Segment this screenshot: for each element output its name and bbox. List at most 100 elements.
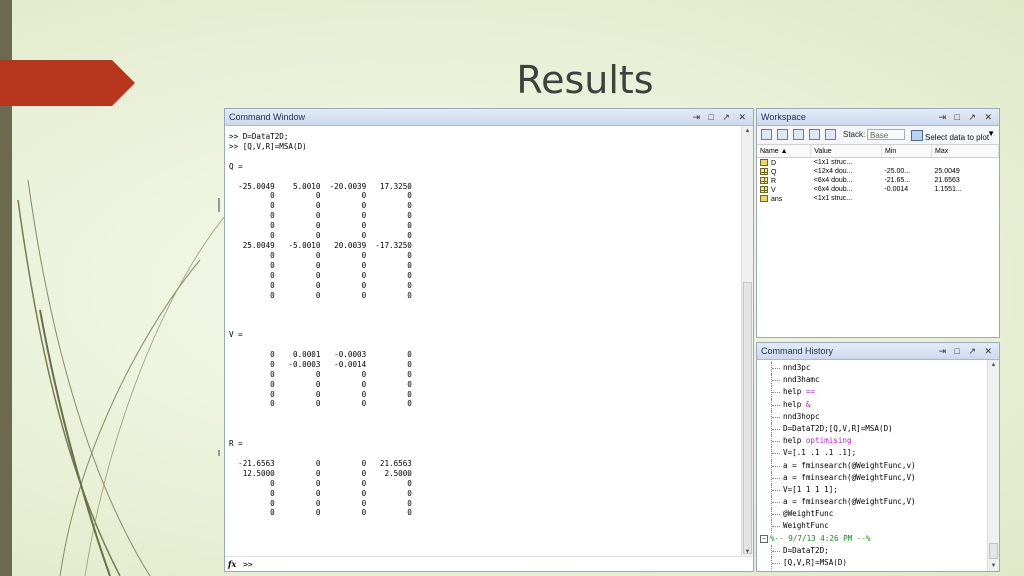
slide-title: Results bbox=[516, 58, 654, 102]
scroll-up-icon[interactable]: ▲ bbox=[988, 360, 999, 370]
stack-label: Stack: bbox=[843, 130, 866, 139]
history-item[interactable]: a = fminsearch(@WeightFunc,V) bbox=[757, 471, 987, 485]
var-min: -0.0014 bbox=[884, 186, 909, 193]
chevron-down-icon[interactable]: ▼ bbox=[987, 129, 995, 138]
var-value: <6x4 doub... bbox=[813, 186, 853, 193]
history-item[interactable]: WeightFunc bbox=[757, 520, 987, 533]
command-history-panel[interactable]: Command History ⇥ □ ↗ ✕ nnd3pc nnd3hamc he… bbox=[756, 342, 1000, 572]
var-name: V bbox=[771, 186, 776, 194]
command-prompt[interactable]: fx >> bbox=[225, 556, 753, 571]
history-titlebar: Command History ⇥ □ ↗ ✕ bbox=[757, 343, 999, 360]
history-item[interactable]: nnd3hopc bbox=[757, 410, 987, 424]
open-variable-icon[interactable] bbox=[777, 129, 788, 140]
table-row[interactable]: ans <1x1 struc... bbox=[757, 194, 999, 203]
new-variable-icon[interactable] bbox=[761, 129, 772, 140]
history-item[interactable]: [Q,V,R]=MSA(D) bbox=[757, 557, 987, 570]
import-data-icon[interactable] bbox=[793, 129, 804, 140]
var-value: <1x1 struc... bbox=[813, 159, 853, 166]
column-header-value[interactable]: Value bbox=[810, 145, 882, 158]
select-data-to-plot-button[interactable]: Select data to plot bbox=[911, 130, 989, 142]
history-item-keyword: & bbox=[805, 399, 811, 409]
history-item[interactable]: D=DataT2D; bbox=[757, 544, 987, 558]
workspace-toolbar: Stack: Base Select data to plot ▼ bbox=[757, 126, 999, 145]
var-min bbox=[881, 158, 931, 168]
var-max bbox=[932, 194, 999, 203]
history-item[interactable]: nnd3pc bbox=[757, 362, 987, 375]
decorative-swoosh bbox=[17, 179, 230, 576]
history-item-text: a = fminsearch(@WeightFunc,V) bbox=[783, 497, 916, 507]
matrix-icon bbox=[760, 176, 768, 184]
history-item[interactable]: a = fminsearch(@WeightFunc,v) bbox=[757, 459, 987, 472]
history-item-text: help bbox=[783, 436, 806, 446]
table-row[interactable]: R <6x4 doub... -21.65... 21.6563 bbox=[757, 176, 999, 185]
workspace-title: Workspace bbox=[761, 112, 806, 122]
history-item-text: nnd3pc bbox=[783, 363, 811, 372]
plot-icon bbox=[911, 130, 923, 141]
history-item-text: a = fminsearch(@WeightFunc,V) bbox=[783, 472, 916, 482]
history-scrollbar[interactable]: ▲ ▼ bbox=[987, 360, 999, 571]
history-session-header[interactable]: − %-- 9/7/13 4:26 PM --% bbox=[757, 533, 987, 545]
workspace-panel[interactable]: Workspace ⇥ □ ↗ ✕ Stack: Base Select dat… bbox=[756, 108, 1000, 338]
column-header-max[interactable]: Max bbox=[931, 145, 999, 158]
column-header-name[interactable]: Name ▲ bbox=[757, 145, 812, 158]
history-item[interactable]: V=[.1 .1 .1 .1]; bbox=[757, 447, 987, 460]
history-item[interactable]: D=DataT2D;[Q,V,R]=MSA(D) bbox=[757, 422, 987, 436]
scrollbar-thumb[interactable] bbox=[989, 543, 998, 559]
window-edge-marker bbox=[218, 450, 220, 456]
history-item[interactable]: help & bbox=[757, 398, 987, 411]
history-item-text: [Q,V,R]=MSA(D) bbox=[783, 558, 848, 567]
command-window-controls[interactable]: ⇥ □ ↗ ✕ bbox=[692, 109, 749, 125]
prompt-text: >> bbox=[243, 560, 253, 569]
history-item-keyword: optimising bbox=[805, 436, 852, 446]
workspace-titlebar: Workspace ⇥ □ ↗ ✕ bbox=[757, 109, 999, 126]
history-controls[interactable]: ⇥ □ ↗ ✕ bbox=[938, 343, 995, 359]
history-list: nnd3pc nnd3hamc help == help & nnd3hopc D=Dat… bbox=[757, 360, 987, 570]
history-item[interactable]: nnd3hamc bbox=[757, 374, 987, 387]
var-value: <12x4 dou... bbox=[813, 168, 853, 175]
table-row[interactable]: D <1x1 struc... bbox=[757, 158, 999, 168]
collapse-icon[interactable]: − bbox=[760, 534, 768, 543]
command-window-scrollbar[interactable]: ▲ ▼ bbox=[741, 126, 753, 557]
history-item-text: %-- 9/7/13 4:26 PM --% bbox=[770, 533, 871, 543]
var-max: 25.0049 bbox=[934, 168, 960, 175]
scrollbar-thumb[interactable] bbox=[743, 282, 752, 554]
fx-icon[interactable]: fx bbox=[228, 559, 236, 569]
var-max bbox=[932, 158, 999, 168]
var-name: R bbox=[771, 177, 777, 185]
history-item[interactable]: @WeightFunc bbox=[757, 508, 987, 521]
history-item-text: nnd3hamc bbox=[783, 375, 820, 385]
var-min bbox=[881, 194, 931, 203]
workspace-controls[interactable]: ⇥ □ ↗ ✕ bbox=[938, 109, 995, 125]
column-header-min[interactable]: Min bbox=[881, 145, 933, 158]
command-window[interactable]: Command Window ⇥ □ ↗ ✕ >> D=DataT2D; >> … bbox=[224, 108, 754, 572]
history-item[interactable]: a = fminsearch(@WeightFunc,V) bbox=[757, 496, 987, 509]
var-name: ans bbox=[771, 195, 783, 203]
scroll-down-icon[interactable]: ▼ bbox=[988, 561, 999, 571]
history-item-text: a = fminsearch(@WeightFunc,v) bbox=[783, 460, 916, 470]
history-item[interactable]: help optimising bbox=[757, 435, 987, 448]
workspace-table: Name ▲ Value Min Max D <1x1 struc... Q <… bbox=[757, 145, 999, 203]
save-workspace-icon[interactable] bbox=[809, 129, 820, 140]
table-row[interactable]: Q <12x4 dou... -25.00... 25.0049 bbox=[757, 167, 999, 176]
command-output[interactable]: >> D=DataT2D; >> [Q,V,R]=MSA(D) Q = -25.… bbox=[225, 126, 741, 557]
print-icon[interactable] bbox=[825, 129, 836, 140]
command-window-titlebar: Command Window ⇥ □ ↗ ✕ bbox=[225, 109, 753, 126]
var-min: -25.00... bbox=[884, 168, 911, 175]
struct-icon bbox=[760, 194, 768, 202]
history-item-text: D=DataT2D; bbox=[783, 545, 829, 555]
var-min: -21.65... bbox=[884, 177, 911, 184]
command-window-title: Command Window bbox=[229, 112, 306, 122]
history-item[interactable]: help == bbox=[757, 386, 987, 399]
red-accent-tab bbox=[0, 60, 135, 106]
history-list-container[interactable]: nnd3pc nnd3hamc help == help & nnd3hopc D=Dat… bbox=[757, 360, 987, 571]
var-value: <6x4 doub... bbox=[813, 177, 853, 184]
struct-icon bbox=[760, 158, 768, 166]
stack-select[interactable]: Base bbox=[867, 129, 905, 140]
window-edge-marker bbox=[218, 198, 220, 212]
plot-button-label: Select data to plot bbox=[925, 133, 990, 142]
history-item-text: WeightFunc bbox=[783, 521, 829, 531]
history-item[interactable]: V=[1 1 1 1]; bbox=[757, 483, 987, 497]
var-value: <1x1 struc... bbox=[813, 195, 853, 202]
table-row[interactable]: V <6x4 doub... -0.0014 1.1551... bbox=[757, 185, 999, 194]
scroll-up-icon[interactable]: ▲ bbox=[742, 126, 753, 136]
